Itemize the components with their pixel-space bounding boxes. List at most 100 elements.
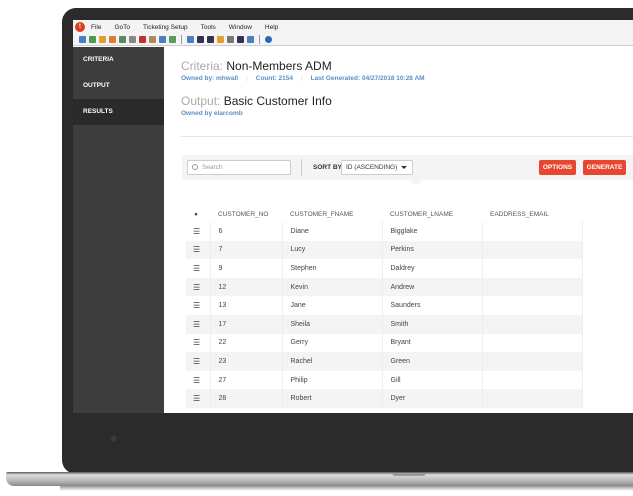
toolbar-tool-icon[interactable]	[217, 36, 224, 43]
table-row[interactable]: ☰ 17 Sheila Smith	[186, 314, 583, 334]
cell: Rachel	[282, 352, 383, 371]
app-window: t File GoTo Ticketing Setup Tools Window…	[73, 20, 633, 413]
list-icon[interactable]: ☰	[186, 222, 211, 241]
table-row[interactable]: ☰ 12 Kevin Andrew	[186, 277, 583, 297]
menu-ticketing-setup[interactable]: Ticketing Setup	[143, 24, 188, 31]
toolbar-tool-icon[interactable]	[109, 36, 116, 43]
table-row[interactable]: ☰ 6 Diane Bigglake	[186, 222, 583, 241]
criteria-meta: Owned by: mhwall | Count: 2154 | Last Gene…	[181, 75, 425, 82]
list-icon[interactable]: ☰	[186, 352, 211, 371]
toolbar-tool-icon[interactable]	[79, 36, 86, 43]
list-icon[interactable]: ☰	[186, 333, 211, 353]
results-table: ● CUSTOMER_NO CUSTOMER_FNAME CUSTOMER_LN…	[186, 207, 583, 408]
toolbar-tool-icon[interactable]	[227, 36, 234, 43]
generate-button[interactable]: GENERATE	[583, 160, 626, 175]
help-icon[interactable]: ●	[186, 207, 210, 222]
toolbar-tool-icon[interactable]	[149, 36, 156, 43]
toolbar-tool-icon[interactable]	[139, 36, 146, 43]
col-customer-lname[interactable]: CUSTOMER_LNAME	[382, 207, 482, 222]
toolbar-tool-icon[interactable]	[159, 36, 166, 43]
menu-bar: t File GoTo Ticketing Setup Tools Window…	[73, 20, 633, 34]
options-button[interactable]: OPTIONS	[539, 160, 576, 175]
output-owner: Owned by elarcomb	[181, 110, 243, 117]
criteria-title: Criteria: Non-Members ADM	[181, 59, 332, 73]
help-icon[interactable]	[265, 36, 272, 43]
cell: 12	[210, 277, 283, 297]
toolbar-tool-icon[interactable]	[197, 36, 204, 43]
output-title: Output: Basic Customer Info	[181, 94, 332, 108]
table-row[interactable]: ☰ 27 Philip Gill	[186, 370, 583, 390]
icon-toolbar	[73, 34, 633, 46]
table-row[interactable]: ☰ 7 Lucy Perkins	[186, 240, 583, 260]
cell: Lucy	[282, 240, 383, 260]
cell	[482, 240, 583, 260]
sort-label: SORT BY	[313, 164, 342, 171]
list-icon[interactable]: ☰	[186, 259, 211, 278]
toolbar-tool-icon[interactable]	[89, 36, 96, 43]
table-row[interactable]: ☰ 13 Jane Saunders	[186, 296, 583, 315]
cell: 27	[210, 370, 283, 390]
search-icon	[192, 164, 198, 170]
cell: Bigglake	[382, 222, 483, 241]
cell: 7	[210, 240, 283, 260]
cell: Robert	[282, 389, 383, 408]
cell: 23	[210, 352, 283, 371]
menu-goto[interactable]: GoTo	[114, 24, 130, 31]
cell: 13	[210, 296, 283, 315]
toolbar-tool-icon[interactable]	[237, 36, 244, 43]
cell: Andrew	[382, 277, 483, 297]
cell: Philip	[282, 370, 383, 390]
pointer-arrow	[410, 180, 422, 186]
laptop-notch	[392, 473, 426, 476]
toolbar-tool-icon[interactable]	[187, 36, 194, 43]
toolbar-tool-icon[interactable]	[119, 36, 126, 43]
list-icon[interactable]: ☰	[186, 240, 211, 260]
toolbar-tool-icon[interactable]	[129, 36, 136, 43]
toolbar-tool-icon[interactable]	[99, 36, 106, 43]
table-row[interactable]: ☰ 22 Gerry Bryant	[186, 333, 583, 353]
table-row[interactable]: ☰ 23 Rachel Green	[186, 352, 583, 371]
cell: Sheila	[282, 314, 383, 334]
col-eaddress-email[interactable]: EADDRESS_EMAIL	[482, 207, 582, 222]
cell: Jane	[282, 296, 383, 315]
sidebar-item-results[interactable]: RESULTS	[73, 99, 164, 125]
col-customer-fname[interactable]: CUSTOMER_FNAME	[282, 207, 382, 222]
laptop-shadow	[60, 486, 633, 491]
cell: Stephen	[282, 259, 383, 278]
cell: 22	[210, 333, 283, 353]
cell: 9	[210, 259, 283, 278]
cell: Smith	[382, 314, 483, 334]
separator	[301, 159, 302, 176]
list-icon[interactable]: ☰	[186, 296, 211, 315]
list-icon[interactable]: ☰	[186, 370, 211, 390]
toolbar-tool-icon[interactable]	[169, 36, 176, 43]
toolbar-tool-icon[interactable]	[247, 36, 254, 43]
cell: Gerry	[282, 333, 383, 353]
sort-select[interactable]: ID (ASCENDING)	[341, 160, 413, 175]
table-row[interactable]: ☰ 9 Stephen Daldrey	[186, 259, 583, 278]
cell: 17	[210, 314, 283, 334]
cell: Daldrey	[382, 259, 483, 278]
cell: Gill	[382, 370, 483, 390]
menu-help[interactable]: Help	[265, 24, 278, 31]
menu-file[interactable]: File	[91, 24, 101, 31]
sidebar-item-output[interactable]: OUTPUT	[73, 73, 164, 99]
main-panel: Criteria: Non-Members ADM Owned by: mhwa…	[164, 47, 633, 413]
list-icon[interactable]: ☰	[186, 389, 211, 408]
cell: Diane	[282, 222, 383, 241]
cell: Saunders	[382, 296, 483, 315]
list-icon[interactable]: ☰	[186, 314, 211, 334]
table-row[interactable]: ☰ 28 Robert Dyer	[186, 389, 583, 408]
list-icon[interactable]: ☰	[186, 277, 211, 297]
search-input[interactable]: Search	[187, 160, 291, 175]
cell: Bryant	[382, 333, 483, 353]
toolbar-tool-icon[interactable]	[207, 36, 214, 43]
menu-tools[interactable]: Tools	[201, 24, 216, 31]
cell: Dyer	[382, 389, 483, 408]
sidebar-item-criteria[interactable]: CRITERIA	[73, 47, 164, 73]
col-customer-no[interactable]: CUSTOMER_NO	[210, 207, 282, 222]
menu-window[interactable]: Window	[229, 24, 252, 31]
webcam	[111, 436, 116, 442]
cell: 28	[210, 389, 283, 408]
cell	[482, 314, 583, 334]
